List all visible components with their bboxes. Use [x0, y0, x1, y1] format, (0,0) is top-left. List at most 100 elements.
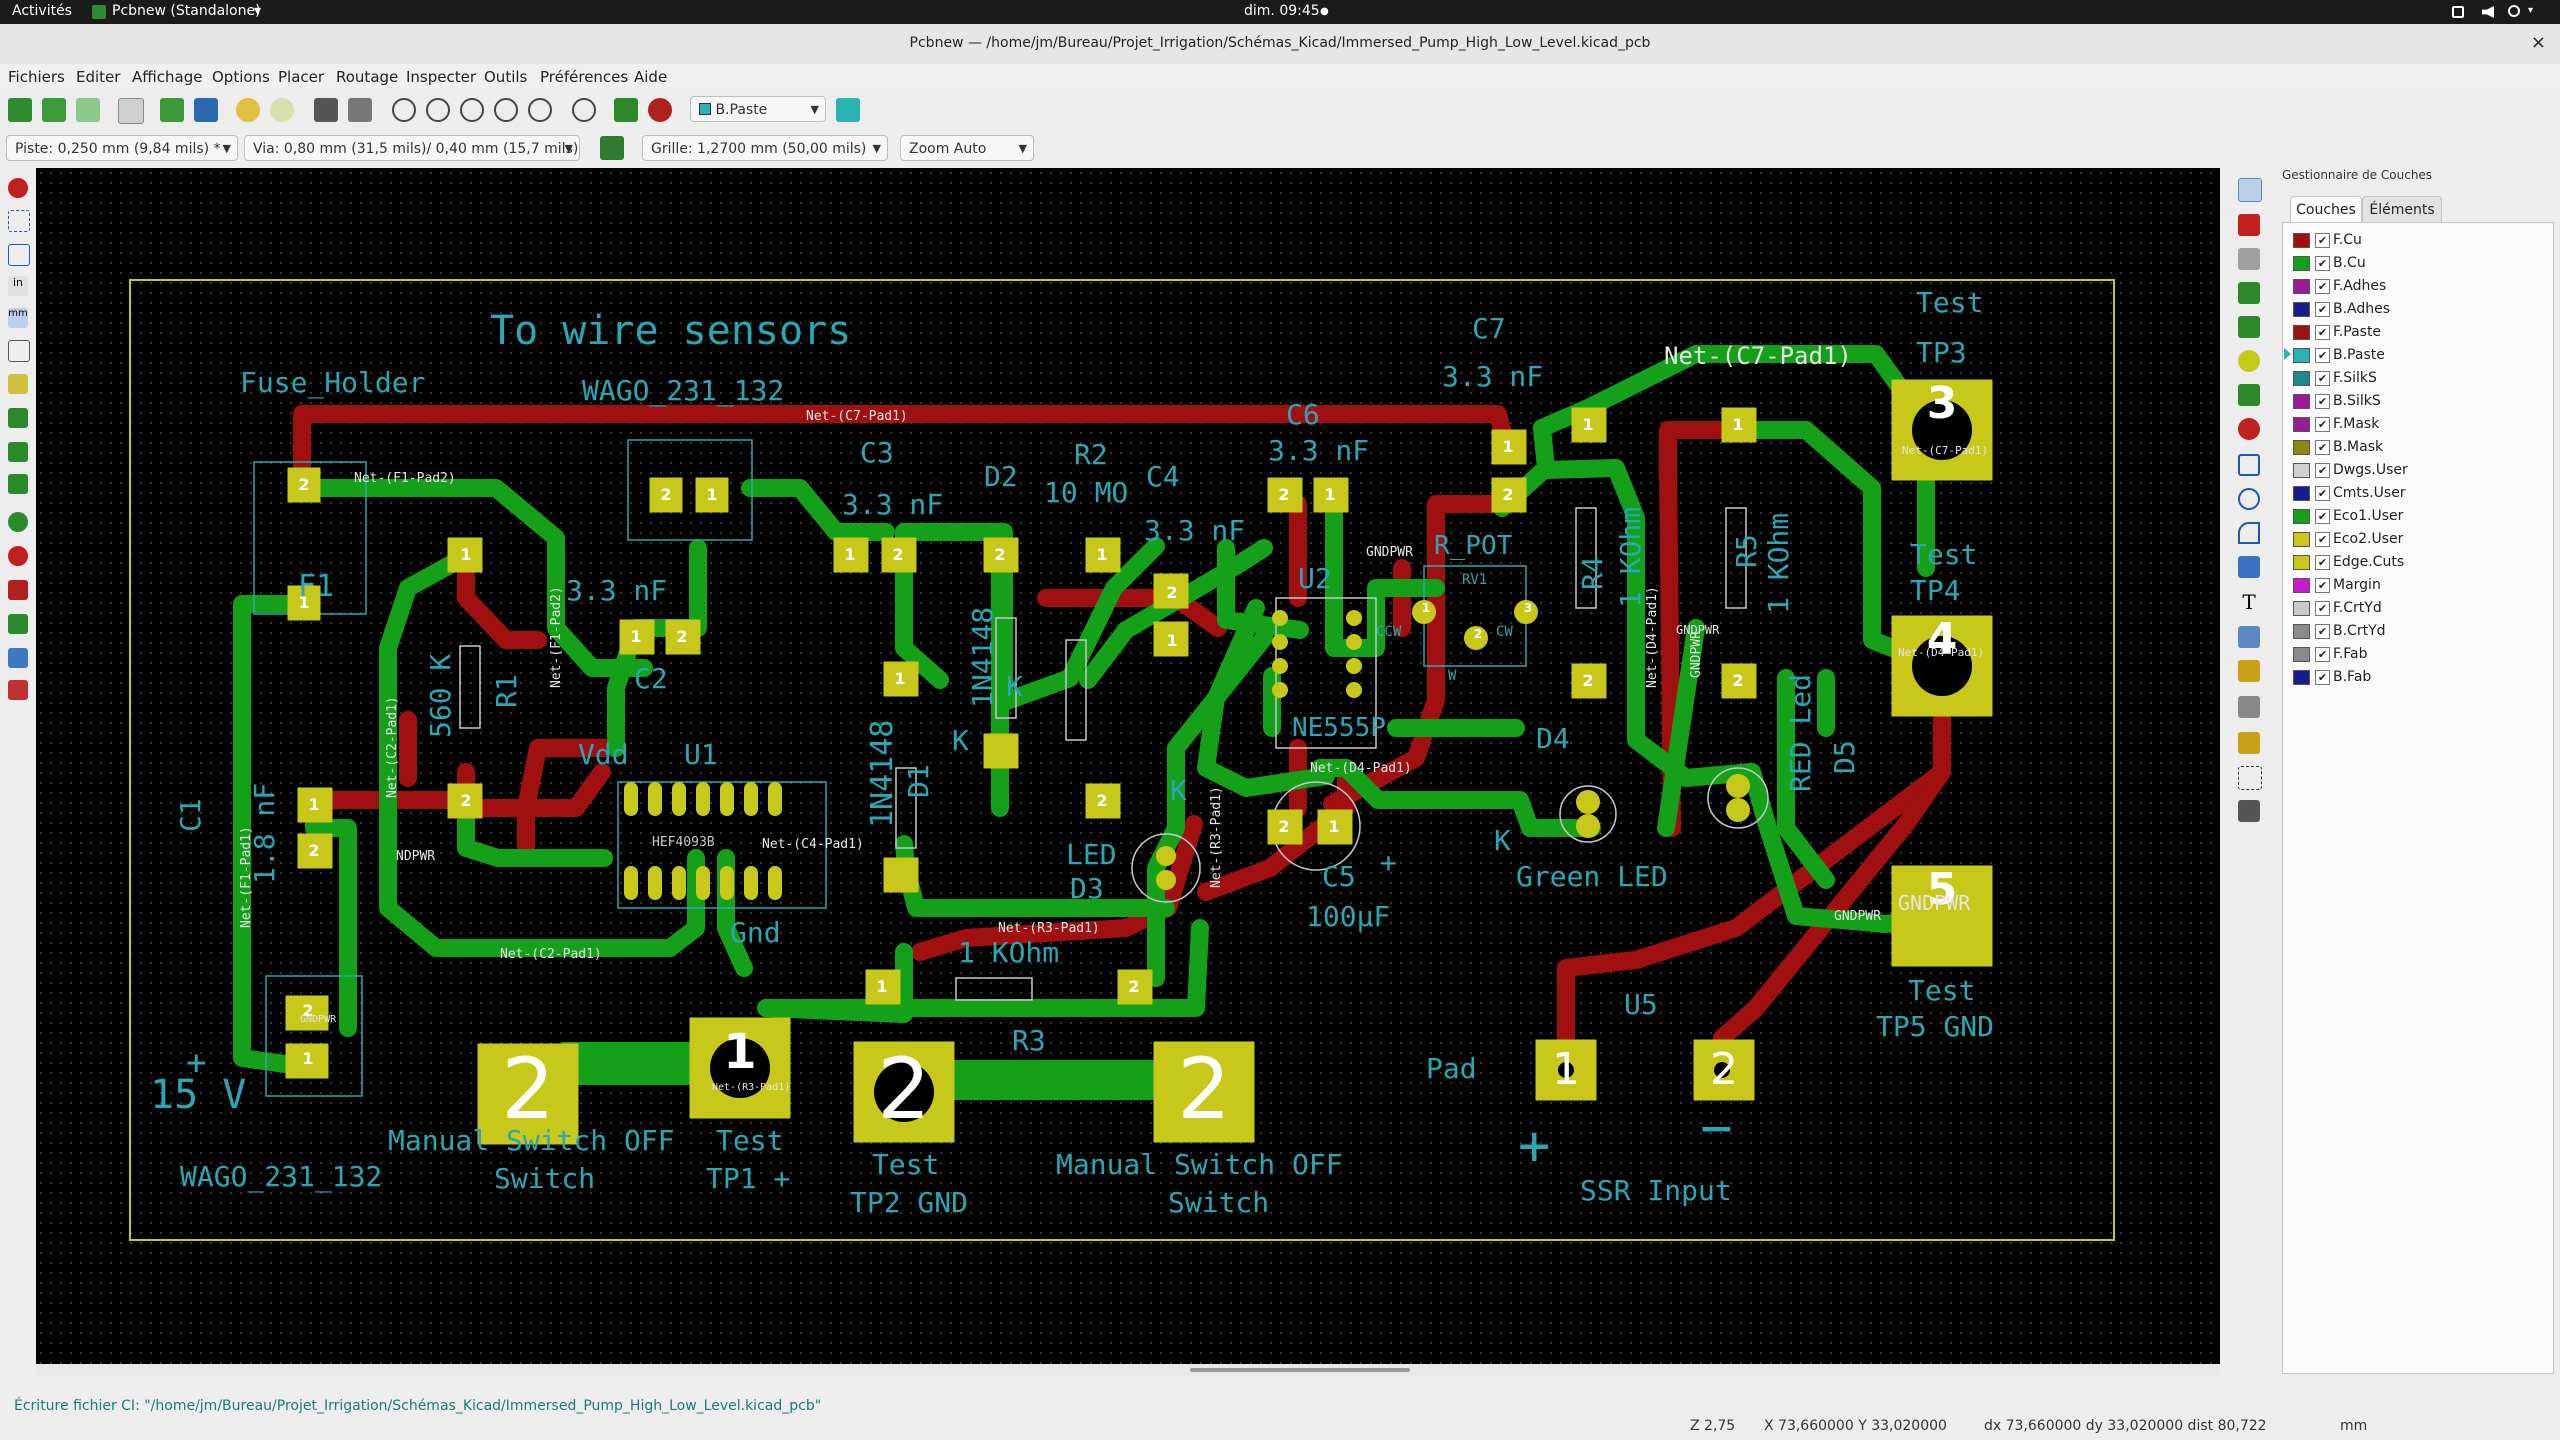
track-sketch-icon[interactable]	[8, 580, 28, 600]
layer-visible-checkbox[interactable]: ✔	[2315, 279, 2330, 294]
ratsnest-icon[interactable]	[8, 374, 28, 394]
layer-visible-checkbox[interactable]: ✔	[2315, 348, 2330, 363]
layer-color-swatch[interactable]	[2293, 325, 2310, 340]
zoom-out-icon[interactable]	[460, 98, 484, 122]
layer-color-swatch[interactable]	[2293, 463, 2310, 478]
layer-visible-checkbox[interactable]: ✔	[2315, 670, 2330, 685]
add-circle-icon[interactable]	[2238, 488, 2260, 510]
layer-color-swatch[interactable]	[2293, 601, 2310, 616]
layer-color-swatch[interactable]	[2293, 555, 2310, 570]
layer-color-swatch[interactable]	[2293, 371, 2310, 386]
horizontal-scrollbar-thumb[interactable]	[1190, 1368, 1410, 1372]
layer-color-swatch[interactable]	[2293, 670, 2310, 685]
add-polygon-icon[interactable]	[2238, 556, 2260, 578]
zone-outline-icon[interactable]	[8, 442, 28, 462]
add-keepout-icon[interactable]	[2238, 418, 2260, 440]
zoom-selection-icon[interactable]	[528, 98, 552, 122]
network-icon[interactable]	[2452, 6, 2464, 18]
zoom-select[interactable]: Zoom Auto ▼	[900, 135, 1034, 161]
layer-color-swatch[interactable]	[2293, 279, 2310, 294]
plot-icon[interactable]	[348, 98, 372, 122]
menu-inspecter[interactable]: Inspecter	[406, 68, 476, 86]
open-board-icon[interactable]	[76, 98, 100, 122]
layer-visible-checkbox[interactable]: ✔	[2315, 371, 2330, 386]
new-board-icon[interactable]	[42, 98, 66, 122]
cursor-shape-icon[interactable]	[8, 340, 30, 362]
layer-visible-checkbox[interactable]: ✔	[2315, 417, 2330, 432]
board-setup-icon[interactable]	[8, 98, 32, 122]
zoom-in-icon[interactable]	[426, 98, 450, 122]
select-arrow-icon[interactable]	[2238, 178, 2262, 202]
layer-color-swatch[interactable]	[2293, 440, 2310, 455]
netlist-icon[interactable]	[614, 98, 638, 122]
activities-button[interactable]: Activités	[12, 3, 72, 19]
grid-toggle-icon[interactable]	[8, 210, 30, 232]
layer-visible-checkbox[interactable]: ✔	[2315, 325, 2330, 340]
layer-visible-checkbox[interactable]: ✔	[2315, 624, 2330, 639]
layers-manager-icon[interactable]	[8, 648, 28, 668]
print-icon[interactable]	[314, 98, 338, 122]
layer-visible-checkbox[interactable]: ✔	[2315, 601, 2330, 616]
menu-affichage[interactable]: Affichage	[132, 68, 202, 86]
redo-icon[interactable]	[270, 98, 294, 122]
layer-color-swatch[interactable]	[2293, 256, 2310, 271]
layer-visible-checkbox[interactable]: ✔	[2315, 463, 2330, 478]
add-target-icon[interactable]	[2238, 660, 2260, 682]
app-menu-button[interactable]: Pcbnew (Standalone)	[112, 3, 261, 19]
layer-color-swatch[interactable]	[2293, 233, 2310, 248]
power-icon[interactable]	[2508, 5, 2520, 17]
layer-color-swatch[interactable]	[2293, 532, 2310, 547]
close-window-button[interactable]: ×	[2531, 32, 2546, 53]
add-zone-icon[interactable]	[2238, 384, 2260, 406]
pad-sketch-icon[interactable]	[8, 512, 28, 532]
inches-icon[interactable]: in	[8, 276, 28, 296]
add-text-icon[interactable]: T	[2238, 590, 2260, 614]
find-icon[interactable]	[572, 98, 596, 122]
menu-routage[interactable]: Routage	[336, 68, 398, 86]
menu-aide[interactable]: Aide	[634, 68, 667, 86]
route-track-icon[interactable]	[2238, 316, 2260, 338]
layer-color-swatch[interactable]	[2293, 578, 2310, 593]
layer-visible-checkbox[interactable]: ✔	[2315, 233, 2330, 248]
measure-icon[interactable]	[2238, 800, 2260, 822]
app-menu-arrow-icon[interactable]: ▾	[254, 3, 261, 19]
clock[interactable]: dim. 09:45	[1244, 3, 1320, 19]
add-dimension-icon[interactable]	[2238, 626, 2260, 648]
layer-color-swatch[interactable]	[2293, 417, 2310, 432]
library-browser-icon[interactable]	[194, 98, 218, 122]
layer-visible-checkbox[interactable]: ✔	[2315, 256, 2330, 271]
menu-fichiers[interactable]: Fichiers	[8, 68, 65, 86]
layer-visible-checkbox[interactable]: ✔	[2315, 578, 2330, 593]
auto-track-width-icon[interactable]	[600, 136, 624, 160]
menu-outils[interactable]: Outils	[484, 68, 527, 86]
layer-visible-checkbox[interactable]: ✔	[2315, 302, 2330, 317]
layer-visible-checkbox[interactable]: ✔	[2315, 555, 2330, 570]
undo-icon[interactable]	[236, 98, 260, 122]
set-drill-origin-icon[interactable]	[2238, 732, 2260, 754]
zone-fill-icon[interactable]	[8, 408, 28, 428]
high-contrast-icon[interactable]	[8, 614, 28, 634]
polar-coords-icon[interactable]	[8, 244, 30, 266]
layer-color-swatch[interactable]	[2293, 348, 2310, 363]
layer-color-swatch[interactable]	[2293, 394, 2310, 409]
local-ratsnest-icon[interactable]	[2238, 248, 2260, 270]
drc-off-icon[interactable]	[8, 178, 28, 198]
redraw-icon[interactable]	[392, 98, 416, 122]
active-layer-select[interactable]: B.Paste ▼	[690, 96, 826, 122]
layer-visible-checkbox[interactable]: ✔	[2315, 394, 2330, 409]
menu-preferences[interactable]: Préférences	[540, 68, 628, 86]
add-arc-icon[interactable]	[2238, 522, 2260, 544]
zone-sketch-icon[interactable]	[8, 474, 28, 494]
layer-color-swatch[interactable]	[2293, 647, 2310, 662]
tab-elements[interactable]: Éléments	[2362, 196, 2442, 223]
pcb-canvas[interactable]: 2 1 2 1 1 1 2 1 2 2 1 2 2 1 1 2 2 1 2 1 …	[36, 168, 2220, 1364]
layer-pair-icon[interactable]	[836, 98, 860, 122]
menu-editer[interactable]: Editer	[76, 68, 120, 86]
layer-visible-checkbox[interactable]: ✔	[2315, 509, 2330, 524]
layer-color-swatch[interactable]	[2293, 486, 2310, 501]
horizontal-scrollbar[interactable]	[36, 1364, 2220, 1376]
layer-visible-checkbox[interactable]: ✔	[2315, 532, 2330, 547]
layer-color-swatch[interactable]	[2293, 302, 2310, 317]
via-size-select[interactable]: Via: 0,80 mm (31,5 mils)/ 0,40 mm (15,7 …	[244, 135, 580, 183]
delete-icon[interactable]	[2238, 696, 2260, 718]
